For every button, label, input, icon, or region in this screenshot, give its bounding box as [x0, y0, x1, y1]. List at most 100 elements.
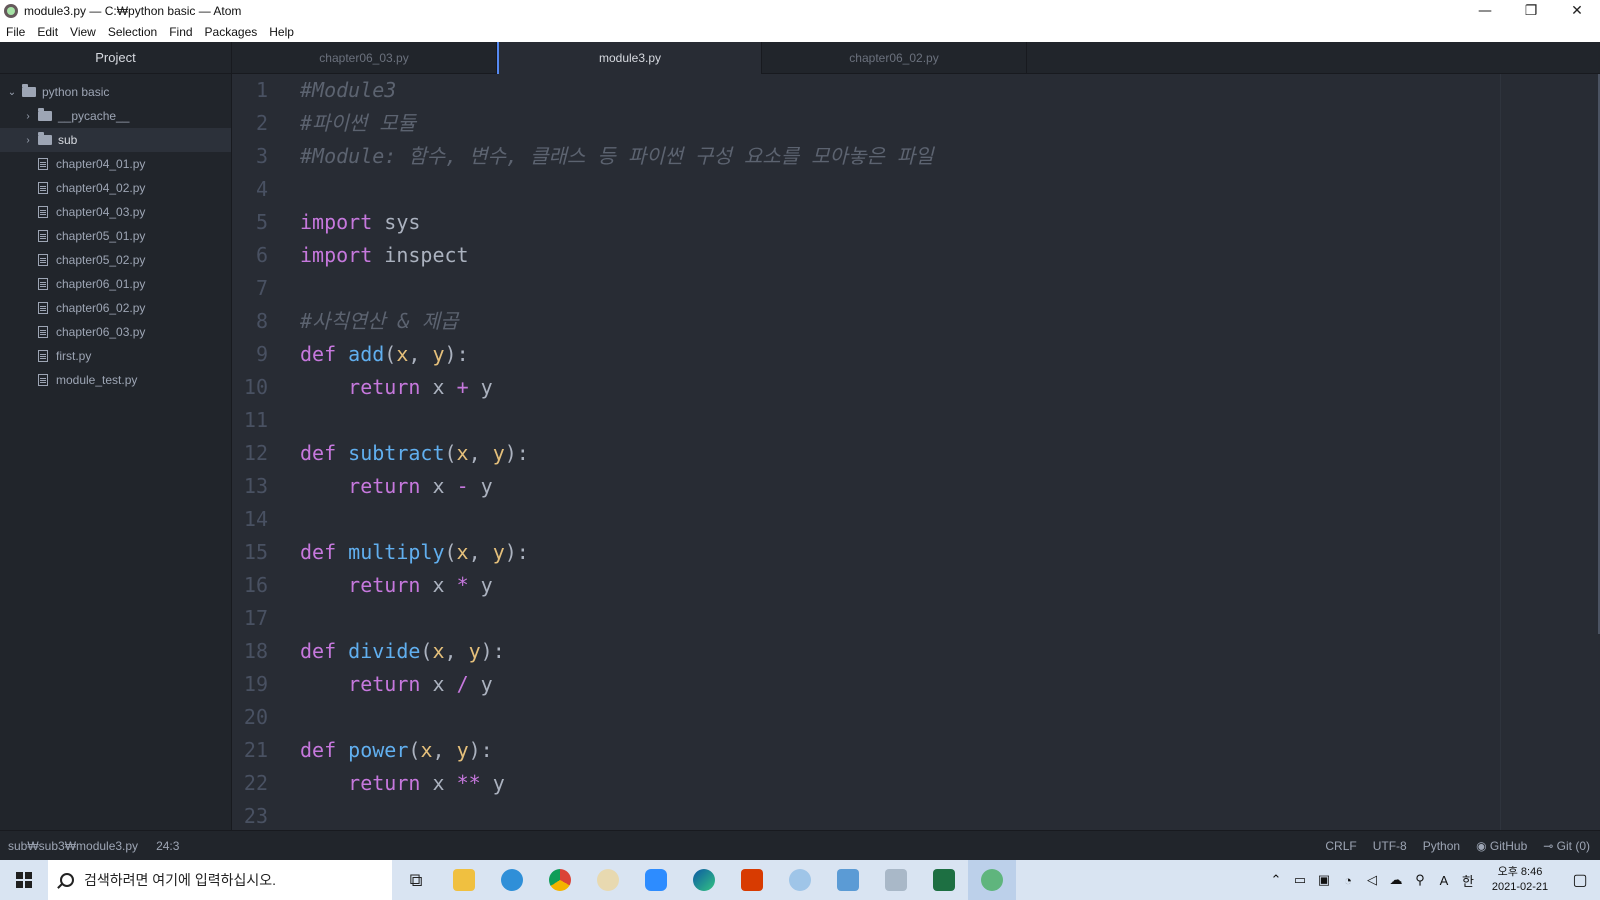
chevron-down-icon: ⌄ — [7, 86, 17, 98]
tree-folder-sub[interactable]: › sub — [0, 128, 231, 152]
code-lines[interactable]: #Module3 #파이썬 모듈 #Module: 함수, 변수, 클래스 등 … — [300, 74, 1500, 830]
start-button[interactable] — [0, 860, 48, 900]
tree-file[interactable]: chapter05_01.py — [0, 224, 231, 248]
taskbar-zoom[interactable] — [632, 860, 680, 900]
code-line: def add(x, y): — [300, 342, 469, 366]
status-cursor-position[interactable]: 24:3 — [156, 839, 179, 853]
code-identifier: x — [432, 375, 445, 399]
tree-file[interactable]: chapter04_03.py — [0, 200, 231, 224]
taskbar-office[interactable] — [728, 860, 776, 900]
windows-logo-icon — [16, 872, 32, 888]
wifi-icon[interactable]: ◔ — [1336, 873, 1360, 888]
line-number: 20 — [243, 705, 268, 729]
tab-chapter06-02[interactable]: chapter06_02.py — [762, 42, 1027, 74]
usb-icon[interactable]: ⚲ — [1408, 872, 1432, 888]
taskbar-atom[interactable] — [968, 860, 1016, 900]
status-git-label: Git (0) — [1556, 838, 1590, 853]
line-number: 14 — [243, 507, 268, 531]
tree-folder-pycache[interactable]: › __pycache__ — [0, 104, 231, 128]
display-icon[interactable]: ▣ — [1312, 872, 1336, 888]
line-number: 12 — [243, 441, 268, 465]
taskbar-paint[interactable] — [584, 860, 632, 900]
tree-file[interactable]: chapter05_02.py — [0, 248, 231, 272]
menu-find[interactable]: Find — [163, 25, 198, 39]
minimize-button[interactable]: — — [1462, 0, 1508, 22]
status-github[interactable]: ◉ GitHub — [1476, 839, 1527, 853]
status-grammar[interactable]: Python — [1423, 839, 1460, 853]
taskbar-clock[interactable]: 오후 8:46 2021-02-21 — [1480, 865, 1560, 895]
taskbar-edge[interactable] — [680, 860, 728, 900]
tree-file[interactable]: chapter04_02.py — [0, 176, 231, 200]
taskbar-app-blue[interactable] — [824, 860, 872, 900]
menu-file[interactable]: File — [0, 25, 31, 39]
notification-icon[interactable]: ▢ — [1560, 870, 1600, 890]
tree-folder-label: sub — [58, 133, 78, 147]
ime-mode-han[interactable]: 한 — [1456, 871, 1480, 890]
code-identifier: x — [432, 771, 445, 795]
menu-help[interactable]: Help — [263, 25, 300, 39]
code-line: import sys — [300, 206, 1500, 239]
line-number: 19 — [243, 672, 268, 696]
tab-chapter06-03[interactable]: chapter06_03.py — [232, 42, 497, 74]
tree-file-label: chapter05_01.py — [56, 229, 146, 243]
folder-icon — [38, 108, 52, 121]
tree-root-label: python basic — [42, 85, 110, 99]
line-number: 18 — [243, 639, 268, 663]
code-editor[interactable]: 1 2 3 4 5 6 7 8 9 10 11 12 13 14 15 16 1… — [232, 74, 1600, 830]
task-view-button[interactable]: ⧉ — [392, 860, 440, 900]
code-keyword: return — [348, 474, 421, 498]
project-panel-title[interactable]: Project — [0, 42, 231, 74]
tree-file[interactable]: chapter04_01.py — [0, 152, 231, 176]
code-function-name: multiply — [348, 540, 445, 564]
taskbar-excel[interactable] — [920, 860, 968, 900]
code-function-name: add — [348, 342, 385, 366]
tree-file[interactable]: first.py — [0, 344, 231, 368]
ime-mode-a[interactable]: A — [1432, 873, 1456, 888]
menu-edit[interactable]: Edit — [31, 25, 64, 39]
volume-icon[interactable]: ◁ — [1360, 872, 1384, 888]
menu-view[interactable]: View — [64, 25, 102, 39]
code-identifier: x — [432, 474, 445, 498]
file-icon — [38, 374, 48, 386]
tree-file[interactable]: module_test.py — [0, 368, 231, 392]
battery-icon[interactable]: ▭ — [1288, 872, 1312, 888]
tab-module3[interactable]: module3.py — [497, 42, 762, 74]
restore-button[interactable]: ❐ — [1508, 0, 1554, 22]
taskbar-internet-explorer[interactable] — [488, 860, 536, 900]
code-keyword: def — [300, 639, 337, 663]
app-window-icon — [837, 869, 859, 891]
taskbar-app-gray[interactable] — [872, 860, 920, 900]
tree-file[interactable]: chapter06_01.py — [0, 272, 231, 296]
code-param: x — [456, 540, 469, 564]
line-number: 7 — [255, 276, 268, 300]
code-keyword: return — [348, 771, 421, 795]
onedrive-icon[interactable]: ☁ — [1384, 872, 1408, 888]
status-git[interactable]: ⊸ Git (0) — [1543, 839, 1590, 853]
chevron-up-icon[interactable]: ⌃ — [1264, 872, 1288, 888]
file-icon — [38, 254, 48, 266]
taskbar-search-box[interactable]: 검색하려면 여기에 입력하십시오. — [48, 860, 392, 900]
status-encoding[interactable]: UTF-8 — [1373, 839, 1407, 853]
code-param: y — [492, 540, 505, 564]
taskbar-chrome[interactable] — [536, 860, 584, 900]
tree-file[interactable]: chapter06_03.py — [0, 320, 231, 344]
code-function-name: power — [348, 738, 409, 762]
tree-root-folder[interactable]: ⌄ python basic — [0, 80, 231, 104]
code-keyword: def — [300, 738, 337, 762]
code-identifier: x — [432, 672, 445, 696]
line-number: 16 — [243, 573, 268, 597]
menu-selection[interactable]: Selection — [102, 25, 163, 39]
tree-file-label: chapter04_01.py — [56, 157, 146, 171]
status-line-ending[interactable]: CRLF — [1325, 839, 1356, 853]
status-file-path[interactable]: sub₩sub3₩module3.py — [8, 839, 138, 853]
close-button[interactable]: ✕ — [1554, 0, 1600, 22]
taskbar-file-explorer[interactable] — [440, 860, 488, 900]
tree-file[interactable]: chapter06_02.py — [0, 296, 231, 320]
taskbar-snipping-tool[interactable] — [776, 860, 824, 900]
menu-packages[interactable]: Packages — [199, 25, 264, 39]
code-identifier: y — [480, 672, 493, 696]
code-function-name: subtract — [348, 441, 445, 465]
